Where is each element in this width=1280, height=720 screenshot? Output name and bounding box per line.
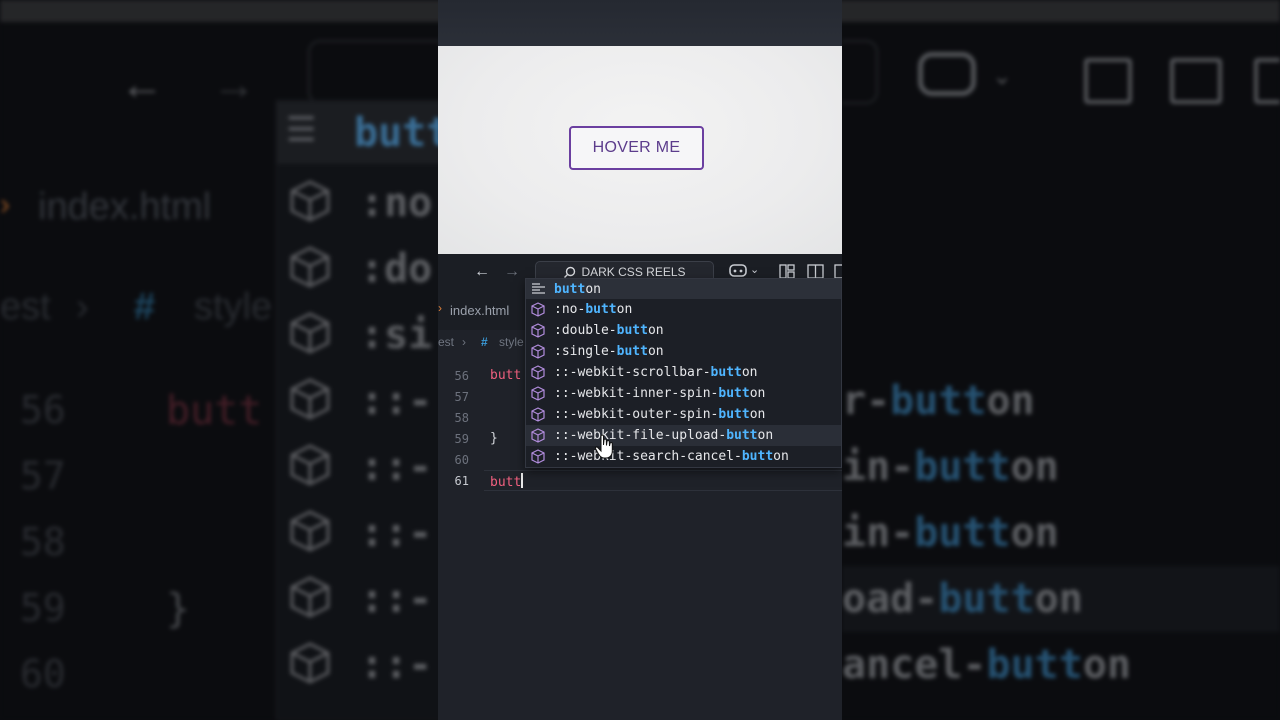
tab-index-html[interactable]: index.html <box>450 303 509 318</box>
suggest-item[interactable]: ::-webkit-search-cancel-button <box>526 446 841 467</box>
property-cube-icon <box>530 449 546 465</box>
suggest-item[interactable]: ::-webkit-scrollbar-button <box>526 362 841 383</box>
preview-pane: HOVER ME <box>438 46 842 254</box>
breadcrumb-hash[interactable]: # <box>481 335 488 349</box>
item-suffix: on <box>647 323 664 338</box>
item-prefix: ::-webkit-inner-spin- <box>554 386 719 401</box>
line-number: 56 <box>454 369 469 383</box>
panel-top-strip <box>438 0 842 46</box>
suggest-item[interactable]: :single-button <box>526 341 841 362</box>
chevron-down-icon[interactable]: ⌄ <box>750 263 759 276</box>
match-text: butt <box>554 281 586 297</box>
item-prefix: ::-webkit-outer-spin- <box>554 407 719 422</box>
search-label: DARK CSS REELS <box>581 265 686 279</box>
code-line-active: 61 butt <box>438 470 842 491</box>
code-editor: ← → DARK CSS REELS ⌄ › index.html est › … <box>438 254 842 720</box>
item-suffix: on <box>773 449 789 464</box>
line-number: 59 <box>454 432 469 446</box>
hand-pointer-icon <box>594 434 613 459</box>
hover-me-button[interactable]: HOVER ME <box>569 126 704 170</box>
suggest-header-text: button <box>554 282 601 297</box>
property-cube-icon <box>530 302 546 318</box>
current-line-highlight <box>484 470 842 491</box>
line-number: 61 <box>454 474 469 488</box>
suggest-item-text: ::-webkit-file-upload-button <box>554 428 773 443</box>
item-match: butt <box>616 344 648 359</box>
item-match: butt <box>585 302 617 317</box>
item-match: butt <box>726 428 758 443</box>
line-number: 60 <box>454 453 469 467</box>
rest-text: on <box>585 281 601 297</box>
suggest-item-text: ::-webkit-search-cancel-button <box>554 449 789 464</box>
search-icon <box>564 266 576 278</box>
suggest-item-text: :double-button <box>554 323 664 338</box>
suggest-widget: button :no-button :double-button :single… <box>525 278 842 468</box>
item-suffix: on <box>749 386 766 401</box>
code-text: butt <box>490 473 524 490</box>
suggest-item[interactable]: :double-button <box>526 320 841 341</box>
suggest-item-text: ::-webkit-outer-spin-button <box>554 407 765 422</box>
property-cube-icon <box>530 428 546 444</box>
suggest-item-hovered[interactable]: ::-webkit-file-upload-button <box>526 425 841 446</box>
item-match: butt <box>741 449 774 464</box>
property-cube-icon <box>530 407 546 423</box>
item-match: butt <box>616 323 648 338</box>
item-suffix: on <box>647 344 664 359</box>
item-suffix: on <box>749 407 766 422</box>
line-number: 57 <box>454 390 469 404</box>
suggest-item-text: :no-button <box>554 302 632 317</box>
code-text: } <box>490 431 498 446</box>
typed-text: butt <box>490 475 522 490</box>
breadcrumb-folder[interactable]: est <box>438 335 454 349</box>
back-arrow-icon[interactable]: ← <box>474 263 490 281</box>
suggest-item[interactable]: ::-webkit-inner-spin-button <box>526 383 841 404</box>
item-prefix: :single- <box>554 344 617 359</box>
item-suffix: on <box>757 428 774 443</box>
suggest-header[interactable]: button <box>526 279 841 299</box>
breadcrumb-file[interactable]: style <box>499 335 524 349</box>
center-panel: HOVER ME ← → DARK CSS REELS ⌄ › index.ht… <box>438 0 842 720</box>
text-cursor <box>521 473 524 488</box>
item-prefix: :double- <box>554 323 617 338</box>
property-cube-icon <box>530 386 546 402</box>
suggest-item[interactable]: ::-webkit-outer-spin-button <box>526 404 841 425</box>
suggest-item[interactable]: :no-button <box>526 299 841 320</box>
code-text: butt <box>490 368 522 383</box>
suggest-item-text: ::-webkit-inner-spin-button <box>554 386 765 401</box>
item-match: butt <box>718 386 750 401</box>
file-chevron-icon: › <box>438 301 442 315</box>
property-cube-icon <box>530 323 546 339</box>
breadcrumb-separator-icon: › <box>462 335 466 349</box>
item-prefix: ::-webkit-search-cancel- <box>554 449 742 464</box>
item-prefix: ::-webkit-file-upload- <box>554 428 727 443</box>
item-match: butt <box>710 365 742 380</box>
item-prefix: ::-webkit-scrollbar- <box>554 365 711 380</box>
item-suffix: on <box>616 302 633 317</box>
item-prefix: :no- <box>554 302 586 317</box>
property-cube-icon <box>530 365 546 381</box>
item-suffix: on <box>741 365 758 380</box>
line-number: 58 <box>454 411 469 425</box>
item-match: butt <box>718 407 750 422</box>
list-icon <box>530 282 546 296</box>
suggest-item-text: ::-webkit-scrollbar-button <box>554 365 758 380</box>
suggest-item-text: :single-button <box>554 344 664 359</box>
property-cube-icon <box>530 344 546 360</box>
forward-arrow-icon[interactable]: → <box>504 263 520 281</box>
